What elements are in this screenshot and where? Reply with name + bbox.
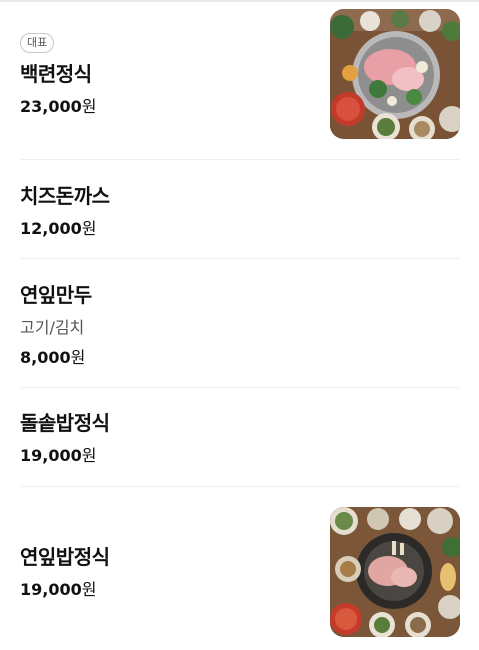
menu-item-name: 돌솥밥정식 bbox=[20, 411, 110, 435]
food-photo-image bbox=[330, 507, 460, 637]
menu-item-cheese-donkatsu[interactable]: 치즈돈까스 12,000원 bbox=[20, 160, 460, 258]
food-photo-image bbox=[330, 9, 460, 139]
menu-item-name: 연잎밥정식 bbox=[20, 545, 110, 569]
menu-item-photo[interactable] bbox=[330, 9, 460, 139]
menu-item-stone-pot-rice[interactable]: 돌솥밥정식 19,000원 bbox=[20, 388, 460, 486]
menu-item-price: 8,000원 bbox=[20, 348, 86, 367]
menu-item-price: 19,000원 bbox=[20, 580, 97, 599]
menu-item-price: 23,000원 bbox=[20, 97, 97, 116]
signature-badge: 대표 bbox=[20, 33, 55, 53]
menu-item-price: 19,000원 bbox=[20, 446, 97, 465]
menu-item-name: 치즈돈까스 bbox=[20, 184, 110, 208]
menu-item-name: 백련정식 bbox=[20, 62, 92, 86]
menu-item-photo[interactable] bbox=[330, 507, 460, 637]
menu-item-lotus-dumpling[interactable]: 연잎만두 고기/김치 8,000원 bbox=[20, 259, 460, 387]
menu-item-lotus-rice[interactable]: 연잎밥정식 19,000원 bbox=[20, 487, 460, 650]
menu-item-baekryeon[interactable]: 대표 백련정식 23,000원 bbox=[20, 0, 460, 158]
menu-item-name: 연잎만두 bbox=[20, 283, 92, 307]
menu-item-description: 고기/김치 bbox=[20, 318, 85, 337]
menu-item-price: 12,000원 bbox=[20, 219, 97, 238]
